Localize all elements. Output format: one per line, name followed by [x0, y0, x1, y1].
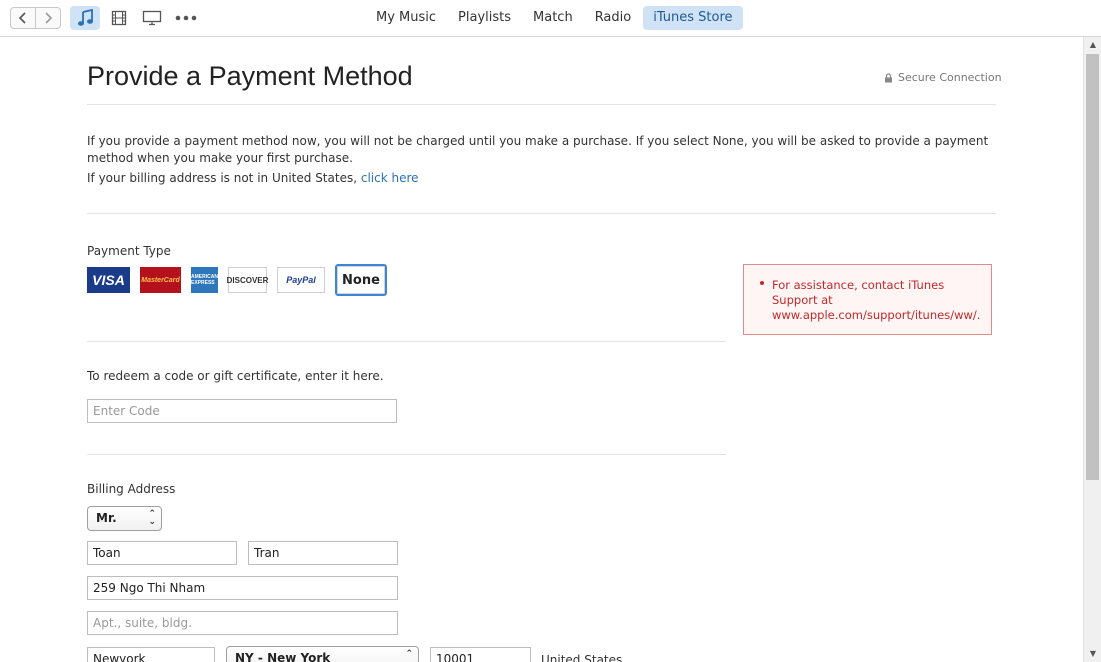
history-nav — [10, 7, 61, 29]
city-input[interactable]: Newyork — [87, 647, 215, 662]
state-select[interactable]: NY - New York ⌃ — [226, 646, 419, 662]
film-icon — [111, 10, 127, 26]
toolbar: My Music Playlists Match Radio iTunes St… — [0, 0, 1101, 37]
divider — [87, 454, 726, 455]
divider — [87, 213, 996, 214]
divider — [87, 104, 996, 105]
alert-bullet — [760, 281, 764, 285]
store-content: Provide a Payment Method Secure Connecti… — [0, 37, 1083, 662]
salutation-select[interactable]: Mr. ⌃ ⌄ — [87, 506, 162, 531]
scroll-up-icon[interactable]: ▲ — [1084, 37, 1101, 53]
chevron-left-icon — [18, 12, 26, 24]
music-note-icon — [78, 9, 93, 26]
chevron-right-icon — [45, 12, 53, 24]
divider — [87, 341, 726, 342]
payment-type-options: VISA MasterCard AMERICAN EXPRESS DISCOVE… — [87, 264, 397, 296]
forward-button[interactable] — [36, 7, 61, 29]
billing-address-label: Billing Address — [87, 482, 176, 496]
music-media-button[interactable] — [70, 6, 100, 30]
first-name-input[interactable]: Toan — [87, 541, 237, 565]
page-title: Provide a Payment Method — [87, 61, 413, 91]
support-alert: For assistance, contact iTunes Support a… — [743, 264, 992, 335]
country-label: United States — [541, 653, 623, 662]
alert-text: For assistance, contact iTunes Support a… — [772, 278, 981, 322]
redeem-code-input[interactable]: Enter Code — [87, 399, 397, 423]
tab-my-music[interactable]: My Music — [366, 6, 446, 30]
amex-card-option[interactable]: AMERICAN EXPRESS — [191, 267, 218, 293]
movies-media-button[interactable] — [109, 6, 129, 30]
updown-icon: ⌃ ⌄ — [148, 509, 156, 527]
more-button[interactable] — [174, 6, 198, 30]
intro-line-1: If you provide a payment method now, you… — [87, 134, 989, 148]
intro-text: If you provide a payment method now, you… — [87, 133, 988, 167]
visa-card-option[interactable]: VISA — [87, 267, 130, 293]
tab-match[interactable]: Match — [523, 6, 583, 30]
billing-note: If your billing address is not in United… — [87, 170, 419, 187]
chevron-up-icon: ⌃ — [405, 649, 413, 659]
tab-playlists[interactable]: Playlists — [448, 6, 521, 30]
secure-connection: Secure Connection — [884, 71, 1002, 84]
more-icon — [175, 15, 197, 21]
state-value: NY - New York — [235, 651, 331, 662]
billing-note-text: If your billing address is not in United… — [87, 171, 361, 185]
tab-radio[interactable]: Radio — [585, 6, 642, 30]
lock-icon — [885, 72, 892, 82]
tv-icon — [142, 10, 162, 26]
vertical-scrollbar[interactable]: ▲ ▼ — [1083, 37, 1101, 662]
scroll-down-icon[interactable]: ▼ — [1084, 646, 1101, 662]
payment-type-label: Payment Type — [87, 244, 171, 258]
redeem-label: To redeem a code or gift certificate, en… — [87, 369, 384, 383]
paypal-option[interactable]: PayPal — [277, 267, 325, 293]
salutation-value: Mr. — [96, 511, 117, 525]
intro-line-2: method when you make your first purchase… — [87, 151, 353, 165]
zip-input[interactable]: 10001 — [430, 647, 531, 662]
secure-label: Secure Connection — [898, 71, 1002, 84]
tab-itunes-store[interactable]: iTunes Store — [643, 6, 743, 30]
apt-input[interactable]: Apt., suite, bldg. — [87, 611, 398, 635]
street-input[interactable]: 259 Ngo Thi Nham — [87, 576, 398, 600]
tv-media-button[interactable] — [141, 6, 163, 30]
back-button[interactable] — [10, 7, 36, 29]
scrollbar-thumb[interactable] — [1086, 54, 1099, 480]
mastercard-card-option[interactable]: MasterCard — [140, 267, 181, 293]
main-tabs: My Music Playlists Match Radio iTunes St… — [366, 6, 745, 30]
click-here-link[interactable]: click here — [361, 171, 419, 185]
none-payment-option[interactable]: None — [335, 264, 387, 296]
last-name-input[interactable]: Tran — [248, 541, 398, 565]
discover-card-option[interactable]: DISCOVER — [227, 267, 268, 293]
